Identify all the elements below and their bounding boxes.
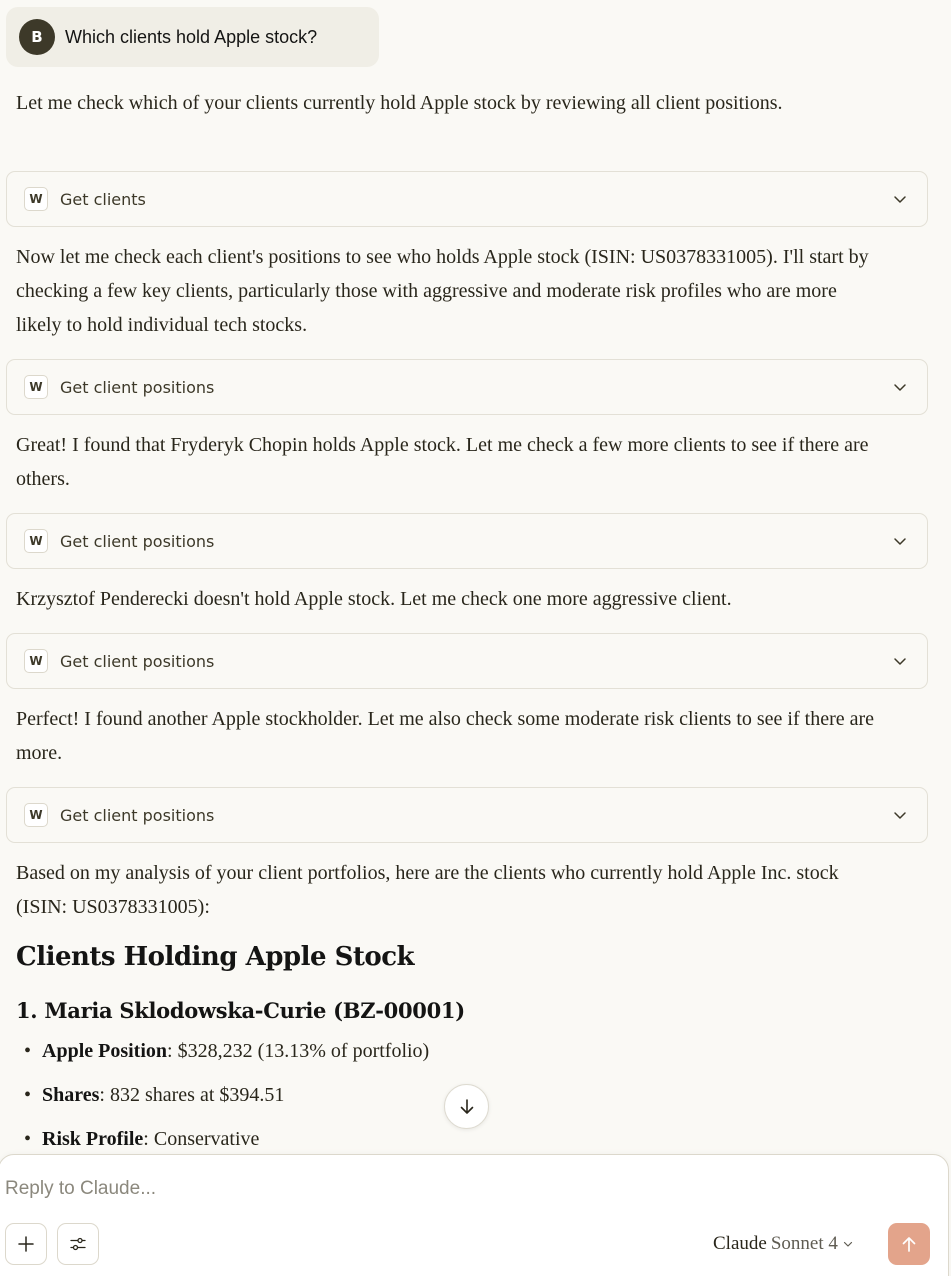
add-button[interactable] (5, 1223, 47, 1265)
chevron-down-icon (894, 812, 906, 819)
chevron-down-icon (894, 658, 906, 665)
bullet-label: Risk Profile (42, 1128, 144, 1150)
plus-icon (18, 1236, 34, 1252)
assistant-text: Based on my analysis of your client port… (16, 862, 839, 918)
assistant-text: Krzysztof Penderecki doesn't hold Apple … (16, 588, 732, 610)
tool-call-label: Get client positions (60, 377, 215, 397)
tool-call-get-client-positions[interactable]: W Get client positions (6, 633, 928, 689)
tool-call-get-clients[interactable]: W Get clients (6, 171, 928, 227)
send-button[interactable] (888, 1223, 930, 1265)
model-version: Sonnet 4 (770, 1233, 838, 1254)
arrow-up-icon (902, 1237, 916, 1252)
tool-call-get-client-positions[interactable]: W Get client positions (6, 787, 928, 843)
scroll-to-bottom-button[interactable] (444, 1084, 489, 1129)
model-name: Claude (713, 1233, 767, 1254)
tools-settings-button[interactable] (57, 1223, 99, 1265)
section-heading: Clients Holding Apple Stock (16, 942, 415, 972)
bullet-label: Apple Position (42, 1040, 168, 1062)
reply-input[interactable] (5, 1175, 705, 1203)
bullet-label: Shares (42, 1084, 100, 1106)
tool-w-icon: W (24, 529, 48, 553)
composer: Claude Sonnet 4 (0, 1154, 949, 1276)
chevron-down-icon (894, 384, 906, 391)
tool-w-icon: W (24, 375, 48, 399)
assistant-text: Let me check which of your clients curre… (16, 92, 783, 114)
tool-call-label: Get client positions (60, 651, 215, 671)
user-message-text: Which clients hold Apple stock? (65, 26, 318, 47)
chevron-down-icon (843, 1241, 852, 1247)
conversation: B Which clients hold Apple stock? Let me… (0, 0, 951, 1160)
user-avatar: B (19, 19, 55, 55)
tool-call-get-client-positions[interactable]: W Get client positions (6, 359, 928, 415)
tool-w-icon: W (24, 803, 48, 827)
bullet-value: : $328,232 (13.13% of portfolio) (167, 1040, 430, 1062)
assistant-text: Now let me check each client's positions… (16, 246, 869, 336)
bullet-value: : Conservative (143, 1128, 260, 1150)
bullet-value: : 832 shares at $394.51 (99, 1084, 285, 1106)
tool-w-icon: W (24, 187, 48, 211)
tool-w-icon: W (24, 649, 48, 673)
sliders-icon (70, 1237, 86, 1251)
tool-call-get-client-positions[interactable]: W Get client positions (6, 513, 928, 569)
tool-call-label: Get client positions (60, 531, 215, 551)
tool-call-label: Get client positions (60, 805, 215, 825)
user-message: B Which clients hold Apple stock? (6, 7, 379, 67)
client-heading: 1. Maria Sklodowska-Curie (BZ-00001) (16, 998, 465, 1023)
chevron-down-icon (894, 196, 906, 203)
arrow-down-icon (460, 1098, 473, 1114)
assistant-text: Perfect! I found another Apple stockhold… (16, 708, 875, 764)
tool-call-label: Get clients (60, 189, 146, 209)
model-selector[interactable]: Claude Sonnet 4 (713, 1229, 854, 1259)
chevron-down-icon (894, 538, 906, 545)
assistant-text: Great! I found that Fryderyk Chopin hold… (16, 434, 869, 490)
